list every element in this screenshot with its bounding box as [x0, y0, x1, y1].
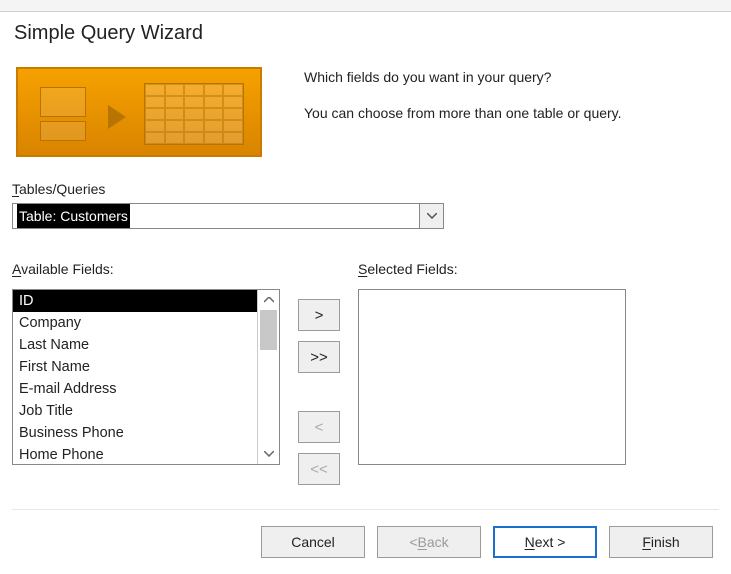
cancel-button[interactable]: Cancel — [261, 526, 365, 558]
tables-queries-label: Tables/Queries — [12, 181, 719, 197]
dialog-title: Simple Query Wizard — [0, 12, 731, 63]
remove-all-fields-button[interactable]: << — [298, 453, 340, 485]
available-fields-label: Available Fields: — [12, 261, 280, 277]
list-item[interactable]: E-mail Address — [13, 378, 257, 400]
list-item[interactable]: Home Phone — [13, 444, 257, 464]
tables-queries-dropdown-button[interactable] — [420, 203, 444, 229]
next-button[interactable]: Next > — [493, 526, 597, 558]
list-item[interactable]: First Name — [13, 356, 257, 378]
selected-fields-label: Selected Fields: — [358, 261, 626, 277]
add-field-button[interactable]: > — [298, 299, 340, 331]
chevron-down-icon — [427, 213, 437, 219]
ribbon-strip — [0, 0, 731, 12]
back-button[interactable]: < Back — [377, 526, 481, 558]
intro-line-2: You can choose from more than one table … — [304, 105, 719, 121]
available-fields-scrollbar[interactable] — [257, 290, 279, 464]
list-item[interactable]: Business Phone — [13, 422, 257, 444]
tables-queries-combo[interactable]: Table: Customers — [12, 203, 444, 229]
scroll-thumb[interactable] — [260, 310, 277, 350]
scroll-down-icon[interactable] — [258, 444, 279, 464]
remove-field-button[interactable]: < — [298, 411, 340, 443]
list-item[interactable]: Company — [13, 312, 257, 334]
selected-fields-listbox[interactable] — [358, 289, 626, 465]
list-item[interactable]: Last Name — [13, 334, 257, 356]
wizard-illustration — [12, 63, 274, 163]
list-item[interactable]: ID — [13, 290, 257, 312]
finish-button[interactable]: Finish — [609, 526, 713, 558]
scroll-up-icon[interactable] — [258, 290, 279, 310]
tables-queries-value[interactable]: Table: Customers — [12, 203, 420, 229]
intro-line-1: Which fields do you want in your query? — [304, 69, 719, 85]
list-item[interactable]: Job Title — [13, 400, 257, 422]
available-fields-listbox[interactable]: IDCompanyLast NameFirst NameE-mail Addre… — [12, 289, 280, 465]
add-all-fields-button[interactable]: >> — [298, 341, 340, 373]
intro-text: Which fields do you want in your query? … — [304, 63, 719, 141]
